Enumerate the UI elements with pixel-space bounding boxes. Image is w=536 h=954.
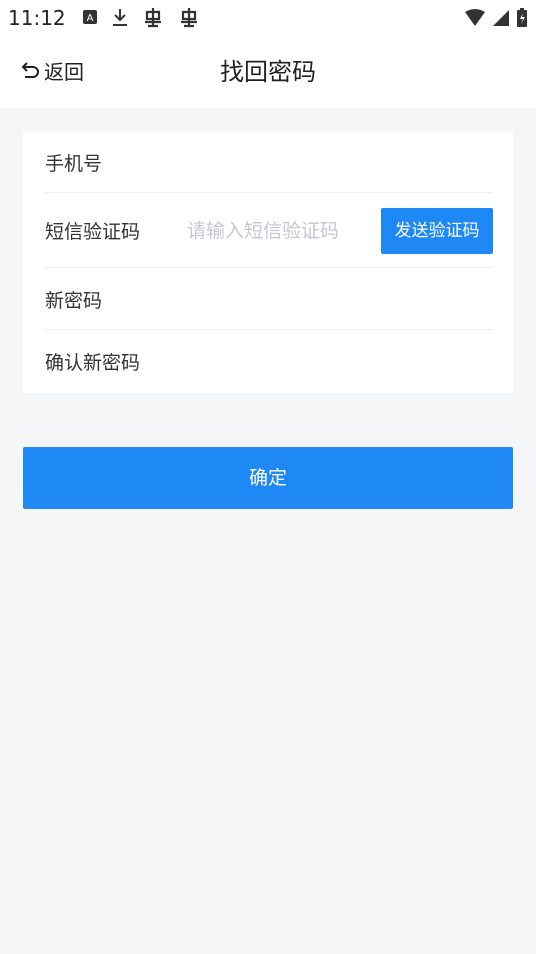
bug-icon <box>145 8 161 28</box>
nav-bar: 返回 找回密码 <box>0 36 536 108</box>
new-password-row: 新密码 <box>45 268 493 330</box>
sms-code-row: 短信验证码 发送验证码 <box>45 193 493 268</box>
confirm-password-input[interactable] <box>187 341 493 381</box>
a-badge-icon: A <box>83 10 97 24</box>
bug-icon <box>181 8 197 28</box>
battery-charging-icon <box>517 8 527 27</box>
download-icon <box>113 9 127 26</box>
new-password-label: 新密码 <box>45 289 103 312</box>
status-time: 11:12 <box>8 6 66 30</box>
confirm-password-label: 确认新密码 <box>45 351 141 374</box>
reset-password-form: 手机号 短信验证码 发送验证码 新密码 确认新密码 <box>23 131 513 393</box>
sms-code-label: 短信验证码 <box>45 221 141 243</box>
confirm-password-row: 确认新密码 <box>45 330 493 392</box>
status-bar: 11:12 A <box>0 0 536 36</box>
wifi-icon <box>465 9 485 26</box>
new-password-input[interactable] <box>187 279 493 319</box>
phone-input[interactable] <box>187 142 493 182</box>
page-title: 找回密码 <box>220 58 316 86</box>
svg-text:A: A <box>87 13 94 24</box>
confirm-button[interactable]: 确定 <box>23 447 513 509</box>
phone-row: 手机号 <box>45 131 493 193</box>
status-notification-icons: A <box>82 6 200 28</box>
phone-label: 手机号 <box>45 152 103 175</box>
status-system-icons <box>464 8 528 28</box>
signal-icon <box>493 10 509 26</box>
send-code-button[interactable]: 发送验证码 <box>381 208 493 254</box>
